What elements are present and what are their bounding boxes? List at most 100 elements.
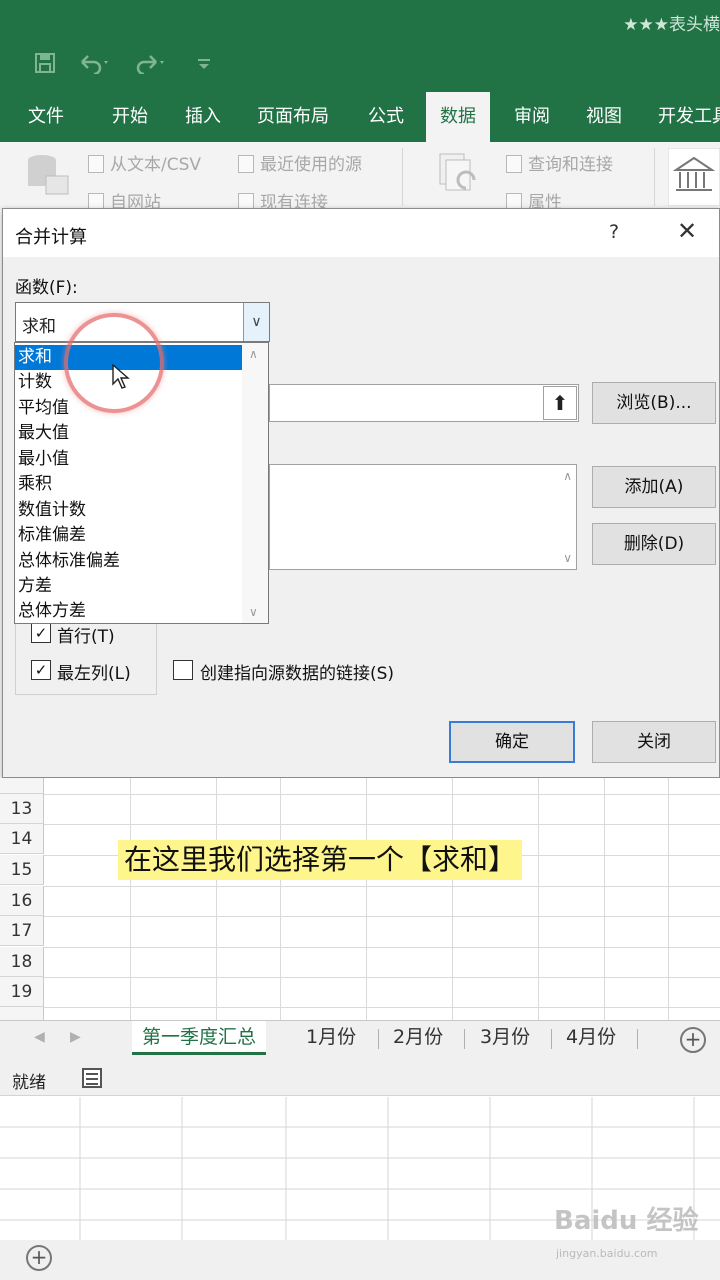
grid-column-line <box>130 778 131 1023</box>
tab-file[interactable]: 文件 <box>28 102 64 128</box>
option-var[interactable]: 方差 <box>15 574 243 599</box>
mouse-pointer-icon <box>112 363 130 394</box>
quick-access-toolbar <box>0 40 720 90</box>
grid-row-line <box>44 947 720 948</box>
tab-separator <box>637 1029 638 1049</box>
first-row-checkbox[interactable]: ✓ <box>31 623 51 643</box>
grid-row-line <box>44 794 720 795</box>
option-product[interactable]: 乘积 <box>15 472 243 497</box>
customize-qat-icon[interactable] <box>196 52 212 80</box>
scroll-down-icon[interactable]: ∨ <box>249 605 258 619</box>
sheet-next-icon[interactable]: ▶ <box>70 1029 81 1045</box>
tab-insert[interactable]: 插入 <box>185 102 221 128</box>
tab-home[interactable]: 开始 <box>112 102 148 128</box>
close-icon[interactable]: ✕ <box>677 217 697 245</box>
queries-connections-button[interactable]: 查询和连接 <box>506 150 613 175</box>
tab-separator <box>378 1029 379 1049</box>
create-links-checkbox[interactable] <box>173 660 193 680</box>
worksheet-grid[interactable]: 13 14 15 16 17 18 19 <box>0 778 720 1023</box>
reference-input[interactable] <box>269 384 579 422</box>
option-stdev[interactable]: 标准偏差 <box>15 523 243 548</box>
option-varp[interactable]: 总体方差 <box>15 599 243 624</box>
scroll-down-icon[interactable]: ∨ <box>563 551 572 565</box>
baidu-watermark: Baidu 经验 <box>554 1206 699 1236</box>
sheet-tab-jan[interactable]: 1月份 <box>296 1021 366 1055</box>
left-column-label: 最左列(L) <box>57 664 131 684</box>
tab-view[interactable]: 视图 <box>586 102 622 128</box>
row-header[interactable]: 14 <box>0 824 44 854</box>
ribbon-separator <box>654 148 655 206</box>
tab-separator <box>464 1029 465 1049</box>
all-references-list[interactable]: ∧ ∨ <box>269 464 577 570</box>
grid-column-line <box>668 778 669 1023</box>
row-header[interactable]: 19 <box>0 977 44 1007</box>
row-header[interactable] <box>0 778 44 794</box>
tab-developer[interactable]: 开发工具 <box>658 102 720 128</box>
close-button[interactable]: 关闭 <box>592 721 716 763</box>
grid-column-line <box>604 778 605 1023</box>
collapse-dialog-icon[interactable]: ⬆ <box>543 386 577 420</box>
row-header[interactable]: 18 <box>0 947 44 977</box>
recent-sources-icon <box>238 155 254 173</box>
row-header[interactable]: 17 <box>0 916 44 946</box>
ribbon-panel: 从文本/CSV 自网站 最近使用的源 现有连接 查询和连接 属性 <box>0 142 720 213</box>
refresh-all-icon[interactable] <box>436 152 484 205</box>
grid-row-line <box>44 916 720 917</box>
redo-icon[interactable] <box>134 52 168 80</box>
row-header[interactable]: 13 <box>0 794 44 824</box>
browse-button[interactable]: 浏览(B)... <box>592 382 716 424</box>
get-data-icon[interactable] <box>20 150 72 207</box>
dialog-header: 合并计算 ? ✕ <box>3 209 719 257</box>
grid-row-line <box>44 886 720 887</box>
add-button[interactable]: 添加(A) <box>592 466 716 508</box>
add-icon[interactable]: + <box>26 1245 52 1271</box>
row-header[interactable]: 16 <box>0 886 44 916</box>
option-max[interactable]: 最大值 <box>15 421 243 446</box>
ribbon-tabs: 文件 开始 插入 页面布局 公式 数据 审阅 视图 开发工具 <box>0 90 720 142</box>
function-label: 函数(F): <box>15 278 78 298</box>
add-sheet-icon[interactable]: + <box>680 1027 706 1053</box>
dropdown-scrollbar[interactable]: ∧ ∨ <box>242 343 268 623</box>
tab-formulas[interactable]: 公式 <box>368 102 404 128</box>
grid-column-line <box>538 778 539 1023</box>
save-icon[interactable] <box>34 52 56 80</box>
dialog-title: 合并计算 <box>15 227 87 248</box>
left-column-checkbox[interactable]: ✓ <box>31 660 51 680</box>
sheet-tab-feb[interactable]: 2月份 <box>383 1021 453 1055</box>
tap-highlight-circle <box>64 313 164 413</box>
status-ready: 就绪 <box>12 1073 46 1093</box>
sheet-prev-icon[interactable]: ◀ <box>34 1029 45 1045</box>
ribbon-separator <box>402 148 403 206</box>
macro-recording-icon[interactable] <box>82 1068 102 1088</box>
from-text-csv-button[interactable]: 从文本/CSV <box>88 150 201 175</box>
recent-sources-button[interactable]: 最近使用的源 <box>238 150 362 175</box>
tab-page-layout[interactable]: 页面布局 <box>257 102 329 128</box>
sheet-tab-apr[interactable]: 4月份 <box>556 1021 626 1055</box>
first-row-label: 首行(T) <box>57 627 115 647</box>
sheet-tab-mar[interactable]: 3月份 <box>470 1021 540 1055</box>
lower-status-bar: + <box>0 1240 720 1280</box>
scroll-up-icon[interactable]: ∧ <box>563 469 572 483</box>
row-header[interactable]: 15 <box>0 855 44 885</box>
help-button[interactable]: ? <box>609 221 619 243</box>
scroll-up-icon[interactable]: ∧ <box>249 347 258 361</box>
status-bar: 就绪 <box>0 1062 720 1096</box>
grid-column-line <box>452 778 453 1023</box>
stocks-icon[interactable] <box>667 147 720 211</box>
undo-icon[interactable] <box>78 52 112 80</box>
delete-button[interactable]: 删除(D) <box>592 523 716 565</box>
chevron-down-icon[interactable]: ∨ <box>243 303 269 341</box>
grid-row-line <box>44 824 720 825</box>
option-min[interactable]: 最小值 <box>15 447 243 472</box>
tab-data[interactable]: 数据 <box>426 92 490 142</box>
sheet-tab-q1-summary[interactable]: 第一季度汇总 <box>132 1021 267 1055</box>
ok-button[interactable]: 确定 <box>449 721 575 763</box>
create-links-label: 创建指向源数据的链接(S) <box>200 664 395 684</box>
grid-row-line <box>44 1007 720 1008</box>
grid-row-line <box>44 977 720 978</box>
function-value: 求和 <box>22 317 56 337</box>
tutorial-caption: 在这里我们选择第一个【求和】 <box>118 840 523 880</box>
tab-review[interactable]: 审阅 <box>514 102 550 128</box>
option-stdevp[interactable]: 总体标准偏差 <box>15 549 243 574</box>
option-count-numbers[interactable]: 数值计数 <box>15 498 243 523</box>
